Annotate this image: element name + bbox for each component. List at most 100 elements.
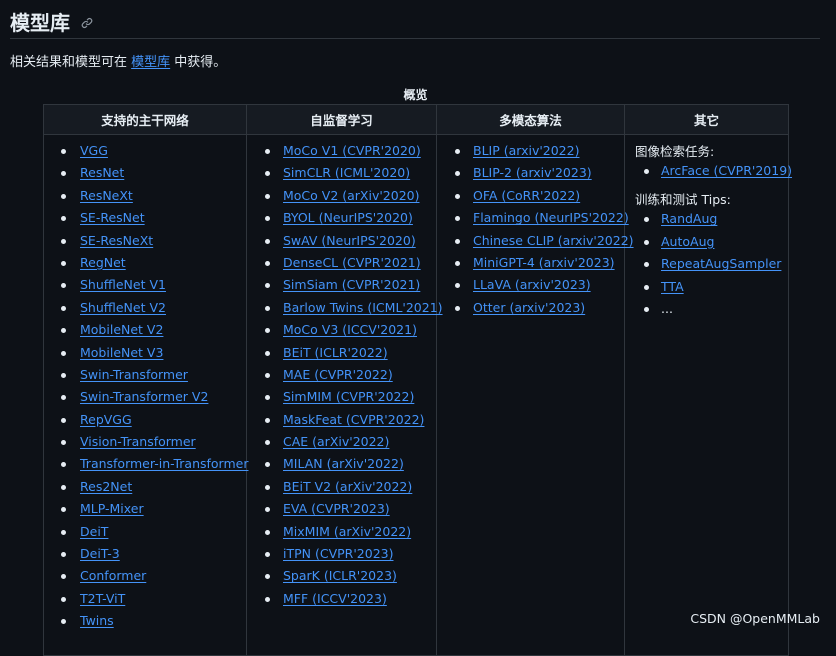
list-item-link[interactable]: Barlow Twins (ICML'2021) [283,300,443,315]
list-item: MixMIM (arXiv'2022) [247,522,436,544]
list-item: BYOL (NeurIPS'2020) [247,208,436,230]
list-item: MILAN (arXiv'2022) [247,454,436,476]
list-item-link[interactable]: SE-ResNet [80,210,145,225]
list-item-link[interactable]: SE-ResNeXt [80,233,153,248]
list-item: BLIP-2 (arxiv'2023) [437,163,624,185]
list-item-link[interactable]: AutoAug [661,234,714,249]
list-item: MFF (ICCV'2023) [247,589,436,611]
list-item-link[interactable]: MoCo V3 (ICCV'2021) [283,322,417,337]
list-item-link[interactable]: Chinese CLIP (arxiv'2022) [473,233,634,248]
list-item-link[interactable]: OFA (CoRR'2022) [473,188,580,203]
list-item: SwAV (NeurIPS'2020) [247,231,436,253]
list-item-link[interactable]: RepeatAugSampler [661,256,781,271]
list-item: SimCLR (ICML'2020) [247,163,436,185]
list-item-link[interactable]: SimSiam (CVPR'2021) [283,277,420,292]
list-item-link[interactable]: MILAN (arXiv'2022) [283,456,404,471]
list-item-link[interactable]: SwAV (NeurIPS'2020) [283,233,416,248]
list-item-link[interactable]: T2T-ViT [80,591,125,606]
list-item-link[interactable]: ResNet [80,165,124,180]
list-item: Chinese CLIP (arxiv'2022) [437,231,634,253]
list-item: DeiT-3 [44,544,246,566]
list-item-link[interactable]: DeiT-3 [80,546,120,561]
retrieval-list: ArcFace (CVPR'2019) [625,161,792,183]
list-item: SE-ResNeXt [44,231,246,253]
list-item-link[interactable]: BEiT (ICLR'2022) [283,345,388,360]
table-caption: 概览 [403,88,428,102]
list-item: BEiT V2 (arXiv'2022) [247,477,436,499]
list-item: MoCo V1 (CVPR'2020) [247,141,436,163]
list-item-link[interactable]: RandAug [661,211,717,226]
list-item-link[interactable]: EVA (CVPR'2023) [283,501,390,516]
list-item-link[interactable]: ResNeXt [80,188,133,203]
list-item-link[interactable]: LLaVA (arxiv'2023) [473,277,591,292]
list-item: Res2Net [44,477,246,499]
list-item-link[interactable]: MLP-Mixer [80,501,144,516]
list-item-link[interactable]: RegNet [80,255,126,270]
list-item-link[interactable]: Swin-Transformer [80,367,188,382]
list-item: ShuffleNet V2 [44,298,246,320]
list-item-link[interactable]: RepVGG [80,412,132,427]
list-item-link[interactable]: Conformer [80,568,146,583]
list-item-link[interactable]: TTA [661,279,684,294]
list-item-link[interactable]: MoCo V1 (CVPR'2020) [283,143,421,158]
list-item-link[interactable]: DeiT [80,524,108,539]
list-item: MoCo V2 (arXiv'2020) [247,186,436,208]
list-item: MLP-Mixer [44,499,246,521]
list-item-link[interactable]: SimCLR (ICML'2020) [283,165,410,180]
list-item-link[interactable]: Otter (arxiv'2023) [473,300,585,315]
list-item-link[interactable]: ShuffleNet V2 [80,300,166,315]
header-other: 其它 [624,104,789,135]
link-icon[interactable] [81,14,93,33]
ellipsis-item: ... [625,299,788,321]
list-item-link[interactable]: Flamingo (NeurIPS'2022) [473,210,629,225]
list-item-link[interactable]: ShuffleNet V1 [80,277,166,292]
self-supervised-list: MoCo V1 (CVPR'2020) SimCLR (ICML'2020) MoC… [247,135,443,611]
list-item: ShuffleNet V1 [44,275,246,297]
list-item: EVA (CVPR'2023) [247,499,436,521]
tips-title: 训练和测试 Tips: [635,192,731,208]
list-item-link[interactable]: BLIP (arxiv'2022) [473,143,579,158]
list-item-link[interactable]: MobileNet V3 [80,345,163,360]
header-self-supervised: 自监督学习 [246,104,437,135]
model-zoo-link[interactable]: 模型库 [131,55,170,70]
list-item-link[interactable]: Res2Net [80,479,132,494]
list-item: RandAug [625,209,788,231]
list-item-link[interactable]: MAE (CVPR'2022) [283,367,393,382]
list-item: BLIP (arxiv'2022) [437,141,624,163]
list-item-link[interactable]: CAE (arXiv'2022) [283,434,389,449]
list-item-link[interactable]: Transformer-in-Transformer [80,456,248,471]
list-item-link[interactable]: BLIP-2 (arxiv'2023) [473,165,592,180]
page-title: 模型库 [10,11,70,35]
list-item-link[interactable]: MaskFeat (CVPR'2022) [283,412,424,427]
list-item-link[interactable]: Swin-Transformer V2 [80,389,208,404]
list-item-link[interactable]: BYOL (NeurIPS'2020) [283,210,413,225]
list-item: T2T-ViT [44,589,246,611]
list-item: SparK (ICLR'2023) [247,566,436,588]
list-item-link[interactable]: MoCo V2 (arXiv'2020) [283,188,420,203]
header-multimodal: 多模态算法 [436,104,625,135]
list-item: BEiT (ICLR'2022) [247,343,436,365]
list-item-link[interactable]: MixMIM (arXiv'2022) [283,524,411,539]
list-item-link[interactable]: Twins [80,613,114,628]
list-item-link[interactable]: DenseCL (CVPR'2021) [283,255,421,270]
list-item-link[interactable]: iTPN (CVPR'2023) [283,546,393,561]
list-item: LLaVA (arxiv'2023) [437,275,624,297]
list-item: MobileNet V2 [44,320,246,342]
list-item: Otter (arxiv'2023) [437,298,624,320]
list-item-link[interactable]: SparK (ICLR'2023) [283,568,397,583]
list-item: AutoAug [625,232,788,254]
list-item: OFA (CoRR'2022) [437,186,624,208]
list-item-link[interactable]: MFF (ICCV'2023) [283,591,387,606]
list-item: MaskFeat (CVPR'2022) [247,410,436,432]
list-item-link[interactable]: SimMIM (CVPR'2022) [283,389,414,404]
list-item-link[interactable]: BEiT V2 (arXiv'2022) [283,479,412,494]
list-item: MAE (CVPR'2022) [247,365,436,387]
self-supervised-cell: MoCo V1 (CVPR'2020) SimCLR (ICML'2020) MoC… [246,134,443,656]
list-item-link[interactable]: MobileNet V2 [80,322,163,337]
list-item-link[interactable]: VGG [80,143,108,158]
list-item-link[interactable]: MiniGPT-4 (arxiv'2023) [473,255,615,270]
retrieval-title: 图像检索任务: [635,144,715,159]
section-heading: 模型库 [10,10,820,39]
list-item-link[interactable]: ArcFace (CVPR'2019) [661,163,792,178]
list-item-link[interactable]: Vision-Transformer [80,434,196,449]
